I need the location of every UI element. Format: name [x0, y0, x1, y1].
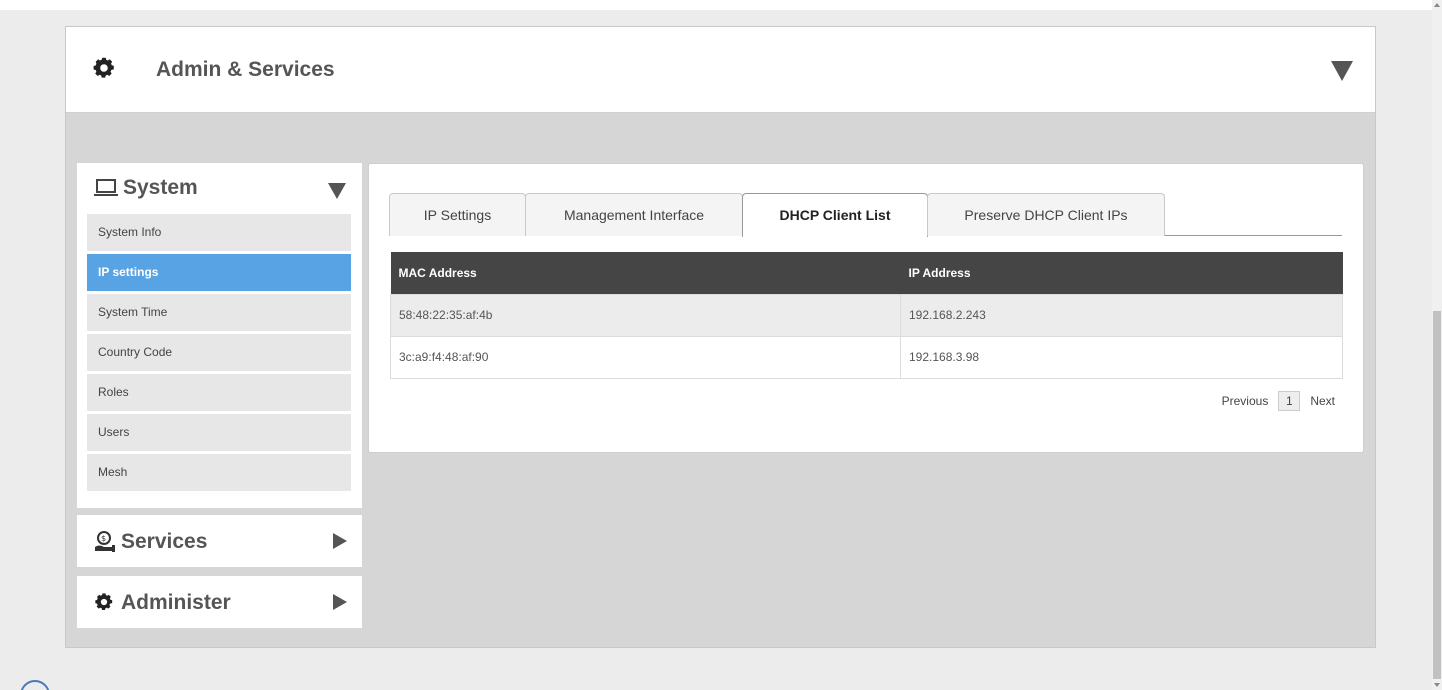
tab-dhcp-client-list[interactable]: DHCP Client List [742, 193, 928, 237]
mac-address-cell: 3c:a9:f4:48:af:90 [390, 335, 901, 379]
table-header-row: MAC Address IP Address [390, 252, 1343, 294]
chevron-down-icon[interactable] [328, 183, 346, 199]
top-strip [0, 0, 1432, 10]
previous-page-button[interactable]: Previous [1222, 394, 1269, 408]
sidebar-item-mesh[interactable]: Mesh [87, 454, 351, 491]
ip-address-cell: 192.168.2.243 [900, 293, 1343, 337]
table-row[interactable]: 58:48:22:35:af:4b 192.168.2.243 [390, 293, 1343, 337]
sidebar-section-services[interactable]: $ Services [77, 515, 362, 567]
ip-address-cell: 192.168.3.98 [900, 335, 1343, 379]
page-number-button[interactable]: 1 [1278, 391, 1301, 411]
svg-text:$: $ [101, 534, 106, 543]
column-header-ip-address[interactable]: IP Address [900, 252, 1343, 294]
dhcp-client-list-card: IP Settings Management Interface DHCP Cl… [368, 163, 1364, 453]
pagination: Previous 1 Next [1222, 391, 1335, 411]
chevron-right-icon[interactable] [333, 533, 347, 549]
sidebar-header-label: System [123, 176, 198, 199]
sidebar-section-system: System System Info IP settings System Ti… [77, 163, 362, 508]
system-nav-list: System Info IP settings System Time Coun… [87, 214, 351, 494]
sidebar-header-label: Administer [121, 591, 231, 614]
sidebar-header-administer[interactable]: Administer [77, 576, 362, 626]
sidebar-header-services[interactable]: $ Services [77, 515, 362, 565]
sidebar-section-administer[interactable]: Administer [77, 576, 362, 628]
sidebar-header-system[interactable]: System [77, 163, 362, 213]
sidebar-item-ip-settings[interactable]: IP settings [87, 254, 351, 291]
scrollbar-thumb[interactable] [1433, 311, 1441, 679]
chevron-right-icon[interactable] [333, 594, 347, 610]
collapse-panel-icon[interactable] [1331, 61, 1353, 81]
sidebar-item-system-time[interactable]: System Time [87, 294, 351, 331]
tab-preserve-dhcp-client-ips[interactable]: Preserve DHCP Client IPs [927, 193, 1165, 236]
next-page-button[interactable]: Next [1310, 394, 1335, 408]
laptop-icon [94, 179, 118, 196]
tab-management-interface[interactable]: Management Interface [525, 193, 743, 236]
scroll-down-icon[interactable] [1434, 683, 1440, 687]
table-row[interactable]: 3c:a9:f4:48:af:90 192.168.3.98 [390, 335, 1343, 379]
gear-icon [95, 593, 113, 610]
gear-icon [93, 57, 114, 78]
column-header-mac-address[interactable]: MAC Address [390, 252, 901, 294]
admin-services-panel: Admin & Services System System Info IP s… [65, 26, 1376, 648]
panel-header: Admin & Services [66, 27, 1375, 113]
scroll-up-icon[interactable] [1434, 3, 1440, 7]
sidebar-header-label: Services [121, 530, 208, 553]
sidebar-item-country-code[interactable]: Country Code [87, 334, 351, 371]
panel-title: Admin & Services [156, 58, 335, 81]
mac-address-cell: 58:48:22:35:af:4b [390, 293, 901, 337]
tab-bar: IP Settings Management Interface DHCP Cl… [389, 193, 1342, 237]
dhcp-client-table: MAC Address IP Address 58:48:22:35:af:4b… [390, 252, 1343, 379]
sidebar-item-users[interactable]: Users [87, 414, 351, 451]
services-icon: $ [95, 531, 115, 552]
tab-ip-settings[interactable]: IP Settings [389, 193, 526, 236]
sidebar-item-system-info[interactable]: System Info [87, 214, 351, 251]
sidebar-item-roles[interactable]: Roles [87, 374, 351, 411]
vertical-scrollbar[interactable] [1432, 0, 1442, 690]
